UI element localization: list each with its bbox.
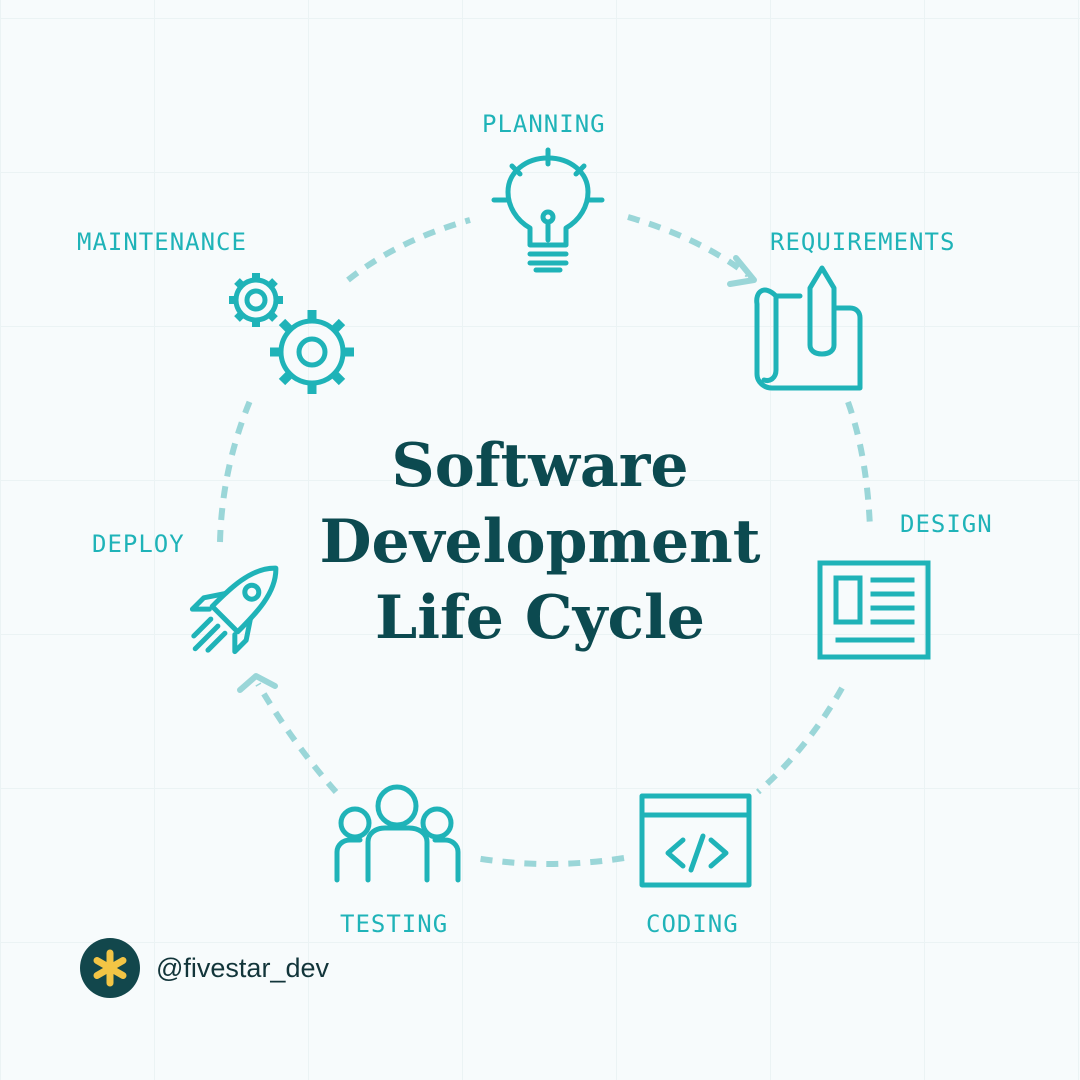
connector-testing-deploy: [255, 682, 339, 794]
brand-signature: @fivestar_dev: [80, 938, 329, 998]
title-line-2: Development: [319, 507, 761, 577]
gear-large-icon: [270, 310, 354, 394]
code-window-icon: [639, 793, 752, 888]
stage-label-deploy: DEPLOY: [92, 530, 185, 558]
connector-maintenance-planning: [346, 217, 471, 283]
connector-coding-testing: [474, 855, 625, 867]
title-line-1: Software: [391, 431, 689, 501]
gear-small-icon: [229, 273, 283, 327]
lightbulb-icon: [491, 147, 605, 273]
stage-label-testing: TESTING: [340, 910, 449, 938]
stage-label-maintenance: MAINTENANCE: [77, 228, 247, 256]
title-line-3: Life Cycle: [375, 583, 705, 653]
stage-label-coding: CODING: [646, 910, 739, 938]
team-icon: [334, 784, 461, 883]
brand-handle[interactable]: @fivestar_dev: [156, 953, 329, 984]
arrowhead-deploy: [237, 673, 278, 693]
gears-icon: [229, 273, 354, 394]
brand-logo: [80, 938, 140, 998]
connector-planning-requirements: [627, 214, 750, 278]
stage-label-requirements: REQUIREMENTS: [770, 228, 956, 256]
scroll-pen-icon: [754, 265, 863, 391]
diagram-title: Software Development Life Cycle: [240, 428, 840, 656]
stage-label-design: DESIGN: [900, 510, 993, 538]
connector-requirements-design: [845, 400, 873, 529]
star-icon: [93, 949, 127, 987]
connector-design-coding: [756, 686, 845, 795]
stage-label-planning: PLANNING: [482, 110, 606, 138]
